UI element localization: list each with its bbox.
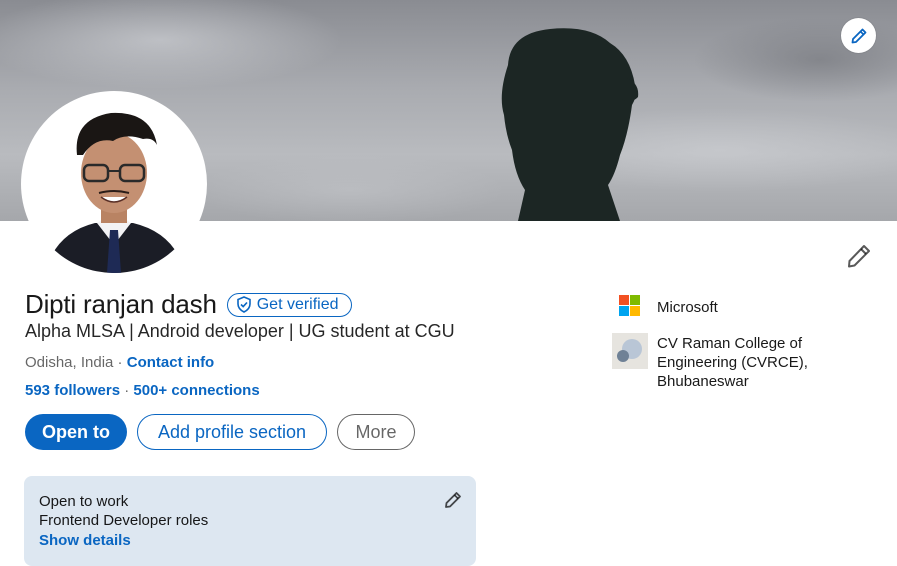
profile-photo	[25, 95, 203, 273]
show-details-link[interactable]: Show details	[39, 532, 131, 549]
education[interactable]: CV Raman College of Engineering (CVRCE),…	[612, 333, 827, 391]
profile-headline: Alpha MLSA | Android developer | UG stud…	[25, 321, 455, 341]
get-verified-button[interactable]: Get verified	[226, 292, 352, 317]
company-name: Microsoft	[657, 299, 718, 316]
profile-avatar[interactable]	[25, 95, 203, 273]
edit-banner-button[interactable]	[841, 18, 876, 53]
network-stats: 593 followers · 500+ connections	[25, 382, 260, 399]
separator: ·	[113, 354, 127, 371]
profile-name: Dipti ranjan dash	[25, 289, 217, 319]
location-row: Odisha, India · Contact info	[25, 354, 214, 371]
shield-check-icon	[236, 296, 251, 313]
pencil-icon	[851, 28, 866, 43]
name-row: Dipti ranjan dash Get verified	[25, 289, 352, 320]
banner-person-silhouette	[501, 28, 639, 221]
open-to-button[interactable]: Open to	[25, 414, 127, 450]
college-logo	[612, 333, 648, 369]
microsoft-logo	[619, 295, 640, 316]
profile-location: Odisha, India	[25, 354, 114, 371]
edit-intro-pencil-icon[interactable]	[846, 243, 872, 269]
open-to-work-title: Open to work	[39, 493, 129, 510]
more-button[interactable]: More	[337, 414, 415, 450]
add-profile-section-button[interactable]: Add profile section	[137, 414, 327, 450]
separator: ·	[120, 382, 134, 399]
open-to-work-roles: Frontend Developer roles	[39, 512, 209, 529]
current-company[interactable]: Microsoft	[612, 292, 718, 328]
college-name: CV Raman College of Engineering (CVRCE),…	[657, 335, 808, 390]
get-verified-label: Get verified	[256, 295, 339, 313]
contact-info-link[interactable]: Contact info	[127, 354, 215, 371]
edit-open-to-work-pencil-icon[interactable]	[444, 491, 462, 509]
open-to-work-card[interactable]: Open to work Frontend Developer roles Sh…	[24, 476, 476, 566]
profile-actions: Open to Add profile section More	[25, 414, 415, 450]
followers-link[interactable]: 593 followers	[25, 382, 120, 399]
connections-link[interactable]: 500+ connections	[133, 382, 259, 399]
